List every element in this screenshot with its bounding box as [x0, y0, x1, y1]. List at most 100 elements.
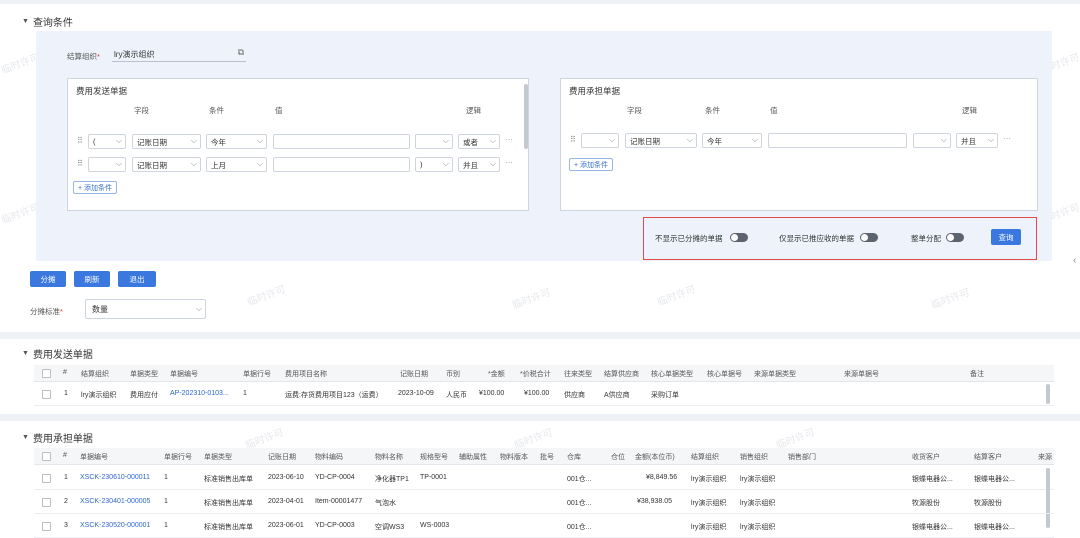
exit-button[interactable]: 退出: [118, 271, 156, 287]
open-paren-select[interactable]: (⌵: [88, 134, 126, 149]
open-paren-select[interactable]: ⌵: [88, 157, 126, 172]
row-checkbox[interactable]: [42, 474, 51, 483]
cell: 001仓...: [567, 500, 592, 507]
standard-select[interactable]: 数量 ⌵: [85, 299, 206, 319]
condition-select[interactable]: 今年 ⌵: [206, 134, 267, 149]
cell: 费用应付: [130, 392, 158, 399]
more-icon[interactable]: ⋯: [505, 135, 513, 144]
value-input[interactable]: [273, 134, 410, 149]
cell: 2023-06-10: [268, 474, 304, 481]
logic-select[interactable]: 并且 ⌵: [458, 157, 500, 172]
bear-condition-panel: 费用承担单据 字段 条件 值 逻辑 ⠿ ⌵ 记账日期 ⌵ 今年 ⌵ ⌵ 并且 ⌵ ⋯ …: [560, 78, 1038, 211]
cell: lry演示组织: [740, 476, 776, 483]
field-select[interactable]: 记账日期 ⌵: [132, 134, 201, 149]
drag-handle-icon[interactable]: ⠿: [570, 135, 576, 144]
col-header: 单据类型: [204, 454, 232, 461]
row-checkbox[interactable]: [42, 498, 51, 507]
org-input[interactable]: lry演示组织 ⧉: [112, 44, 246, 62]
only-receivable-toggle[interactable]: [860, 233, 878, 242]
close-paren-select[interactable]: ⌵: [913, 133, 951, 148]
doc-number-link[interactable]: XSCK-230401-000005: [80, 498, 150, 505]
cell: 空调WS3: [375, 524, 405, 531]
col-header: 结算供应商: [604, 371, 639, 378]
col-header: 收货客户: [912, 454, 940, 461]
add-condition-button[interactable]: + 添加条件: [73, 181, 118, 194]
col-header: 结算组织: [691, 454, 719, 461]
col-header: 来源单据类型: [754, 371, 796, 378]
value-input[interactable]: [273, 157, 410, 172]
scrollbar[interactable]: [524, 84, 528, 149]
col-header: 规格型号: [420, 454, 448, 461]
col-header: 仓位: [611, 454, 625, 461]
query-section-header[interactable]: ▼ 查询条件: [22, 14, 73, 29]
refresh-button[interactable]: 刷新: [74, 271, 110, 287]
col-header: *金额: [488, 371, 505, 378]
cell: 牧源股份: [974, 500, 1002, 507]
condition-select[interactable]: 今年 ⌵: [702, 133, 762, 148]
logic-select[interactable]: 或者 ⌵: [458, 134, 500, 149]
logic-select[interactable]: 并且 ⌵: [956, 133, 998, 148]
collapse-side-icon[interactable]: ‹: [1073, 255, 1076, 266]
scrollbar[interactable]: [1046, 384, 1050, 404]
table-row[interactable]: 2 XSCK-230401-000005 1 标准销售出库单 2023-04-0…: [34, 490, 1054, 514]
table-row[interactable]: 3 XSCK-230520-000001 1 标准销售出库单 2023-06-0…: [34, 514, 1054, 538]
condition-select[interactable]: 上月 ⌵: [206, 157, 267, 172]
field-select[interactable]: 记账日期 ⌵: [132, 157, 201, 172]
field-select[interactable]: 记账日期 ⌵: [625, 133, 697, 148]
value-input[interactable]: [768, 133, 907, 148]
doc-number-link[interactable]: AP-202310-0103...: [170, 390, 240, 397]
col-logic: 逻辑: [466, 106, 481, 115]
query-button[interactable]: 查询: [991, 229, 1021, 245]
col-header: 核心单据号: [707, 371, 742, 378]
more-icon[interactable]: ⋯: [505, 158, 513, 167]
cell: 供应商: [564, 392, 585, 399]
table-row[interactable]: 1 lry演示组织 费用应付 AP-202310-0103... 1 运费:存货…: [34, 382, 1054, 406]
row-checkbox[interactable]: [42, 522, 51, 531]
table-row[interactable]: 1 XSCK-230610-000011 1 标准销售出库单 2023-06-1…: [34, 466, 1054, 528]
org-tree-icon[interactable]: ⧉: [238, 47, 244, 58]
doc-number-link[interactable]: XSCK-230610-000011: [80, 474, 150, 481]
open-paren-select[interactable]: ⌵: [581, 133, 619, 148]
drag-handle-icon[interactable]: ⠿: [77, 136, 83, 145]
whole-allocation-toggle[interactable]: [946, 233, 964, 242]
send-table-header[interactable]: ▼ 费用发送单据: [22, 346, 93, 361]
cell: 001仓...: [567, 524, 592, 531]
collapse-triangle-icon: ▼: [22, 434, 29, 441]
cell: 银蝶电器公...: [912, 524, 953, 531]
close-paren-select[interactable]: ) ⌵: [415, 157, 453, 172]
col-header: 记账日期: [268, 454, 296, 461]
cell: 1: [164, 474, 168, 481]
col-header: 来源单据号: [844, 371, 879, 378]
bear-table-title: 费用承担单据: [32, 434, 93, 445]
col-header: 金额(本位币): [635, 454, 675, 461]
query-section-title: 查询条件: [32, 18, 73, 29]
select-all-checkbox[interactable]: [42, 452, 51, 461]
top-border: [0, 0, 1080, 4]
close-paren-select[interactable]: ⌵: [415, 134, 453, 149]
col-header: 币别: [446, 371, 460, 378]
bear-table-head: # 单据编号 单据行号 单据类型 记账日期 物料编码 物料名称 规格型号 辅助属…: [34, 448, 1054, 465]
cell: 采购订单: [651, 392, 679, 399]
cell: ¥100.00: [479, 390, 505, 397]
condition-row: ⠿ (⌵ 记账日期 ⌵ 今年 ⌵ ⌵ 或者 ⌵ ⋯: [68, 134, 528, 149]
watermark: 临时许可: [656, 284, 698, 309]
watermark: 临时许可: [246, 284, 288, 309]
more-icon[interactable]: ⋯: [1003, 134, 1011, 143]
select-all-checkbox[interactable]: [42, 369, 51, 378]
row-checkbox[interactable]: [42, 390, 51, 399]
hide-allocated-toggle[interactable]: [730, 233, 748, 242]
allocate-button[interactable]: 分摊: [30, 271, 66, 287]
col-header: 来源: [1038, 454, 1052, 461]
watermark: 临时许可: [930, 287, 972, 312]
cell: 1: [164, 498, 168, 505]
add-condition-button[interactable]: + 添加条件: [569, 158, 614, 171]
doc-number-link[interactable]: XSCK-230520-000001: [80, 522, 150, 529]
condition-row: ⠿ ⌵ 记账日期 ⌵ 上月 ⌵ ) ⌵ 并且 ⌵ ⋯: [68, 157, 528, 172]
col-header: #: [63, 452, 67, 459]
cell: 1: [64, 390, 68, 397]
col-header: 销售组织: [740, 454, 768, 461]
col-header: 核心单据类型: [651, 371, 693, 378]
drag-handle-icon[interactable]: ⠿: [77, 159, 83, 168]
bear-table-header[interactable]: ▼ 费用承担单据: [22, 430, 93, 445]
col-header: 单据类型: [130, 371, 158, 378]
